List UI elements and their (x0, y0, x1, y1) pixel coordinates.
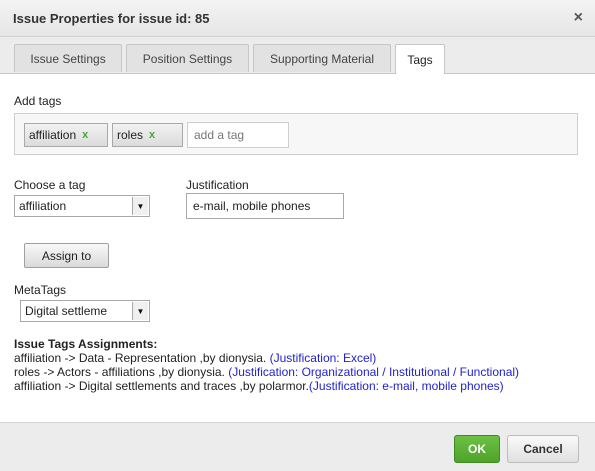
assignment-line: roles -> Actors - affiliations ,by diony… (14, 365, 519, 379)
ok-button[interactable]: OK (454, 435, 500, 463)
assign-to-button[interactable]: Assign to (24, 243, 109, 268)
metatags-select[interactable]: Digital settleme ▼ (20, 300, 150, 322)
assignment-text: roles -> Actors - affiliations ,by diony… (14, 365, 229, 379)
cancel-button[interactable]: Cancel (507, 435, 579, 463)
close-icon[interactable]: × (574, 9, 583, 27)
justification-input[interactable]: e-mail, mobile phones (186, 193, 344, 219)
assignment-text: affiliation -> Data - Representation ,by… (14, 351, 270, 365)
tab-issue-settings[interactable]: Issue Settings (14, 44, 122, 72)
issue-properties-dialog: Issue Properties for issue id: 85 × Issu… (0, 0, 595, 471)
metatags-value: Digital settleme (25, 304, 108, 318)
tab-bar: Issue Settings Position Settings Support… (0, 37, 595, 74)
tab-tags[interactable]: Tags (395, 44, 445, 74)
tab-position-settings[interactable]: Position Settings (126, 44, 249, 72)
dialog-title: Issue Properties for issue id: 85 (13, 10, 210, 26)
remove-tag-icon[interactable]: x (82, 129, 88, 141)
assignment-justification: (Justification: Excel) (269, 351, 377, 365)
tab-supporting-material[interactable]: Supporting Material (253, 44, 391, 72)
tag-chip-label: roles (117, 128, 144, 142)
tag-input-box[interactable]: affiliation x roles x add a tag (14, 113, 578, 155)
remove-tag-icon[interactable]: x (149, 129, 155, 141)
chevron-down-icon[interactable]: ▼ (132, 302, 148, 320)
assignment-text: affiliation -> Digital settlements and t… (14, 379, 309, 393)
assignment-justification: (Justification: e-mail, mobile phones) (308, 379, 504, 393)
choose-tag-value: affiliation (19, 199, 67, 213)
justification-label: Justification (186, 178, 249, 192)
chevron-down-icon[interactable]: ▼ (132, 197, 148, 215)
add-tag-input[interactable]: add a tag (187, 122, 289, 148)
metatags-label: MetaTags (14, 283, 67, 297)
assignment-line: affiliation -> Digital settlements and t… (14, 379, 504, 393)
choose-tag-select[interactable]: affiliation ▼ (14, 195, 150, 217)
dialog-footer: OK Cancel (0, 422, 595, 471)
tag-chip-label: affiliation (29, 128, 77, 142)
choose-tag-label: Choose a tag (14, 178, 86, 192)
assignment-justification: (Justification: Organizational / Institu… (228, 365, 520, 379)
tag-chip-affiliation: affiliation x (24, 123, 108, 147)
assignment-line: affiliation -> Data - Representation ,by… (14, 351, 376, 365)
add-tags-label: Add tags (14, 94, 62, 108)
assignments-heading: Issue Tags Assignments: (14, 337, 158, 351)
dialog-titlebar[interactable]: Issue Properties for issue id: 85 × (0, 0, 595, 37)
tag-chip-roles: roles x (112, 123, 183, 147)
